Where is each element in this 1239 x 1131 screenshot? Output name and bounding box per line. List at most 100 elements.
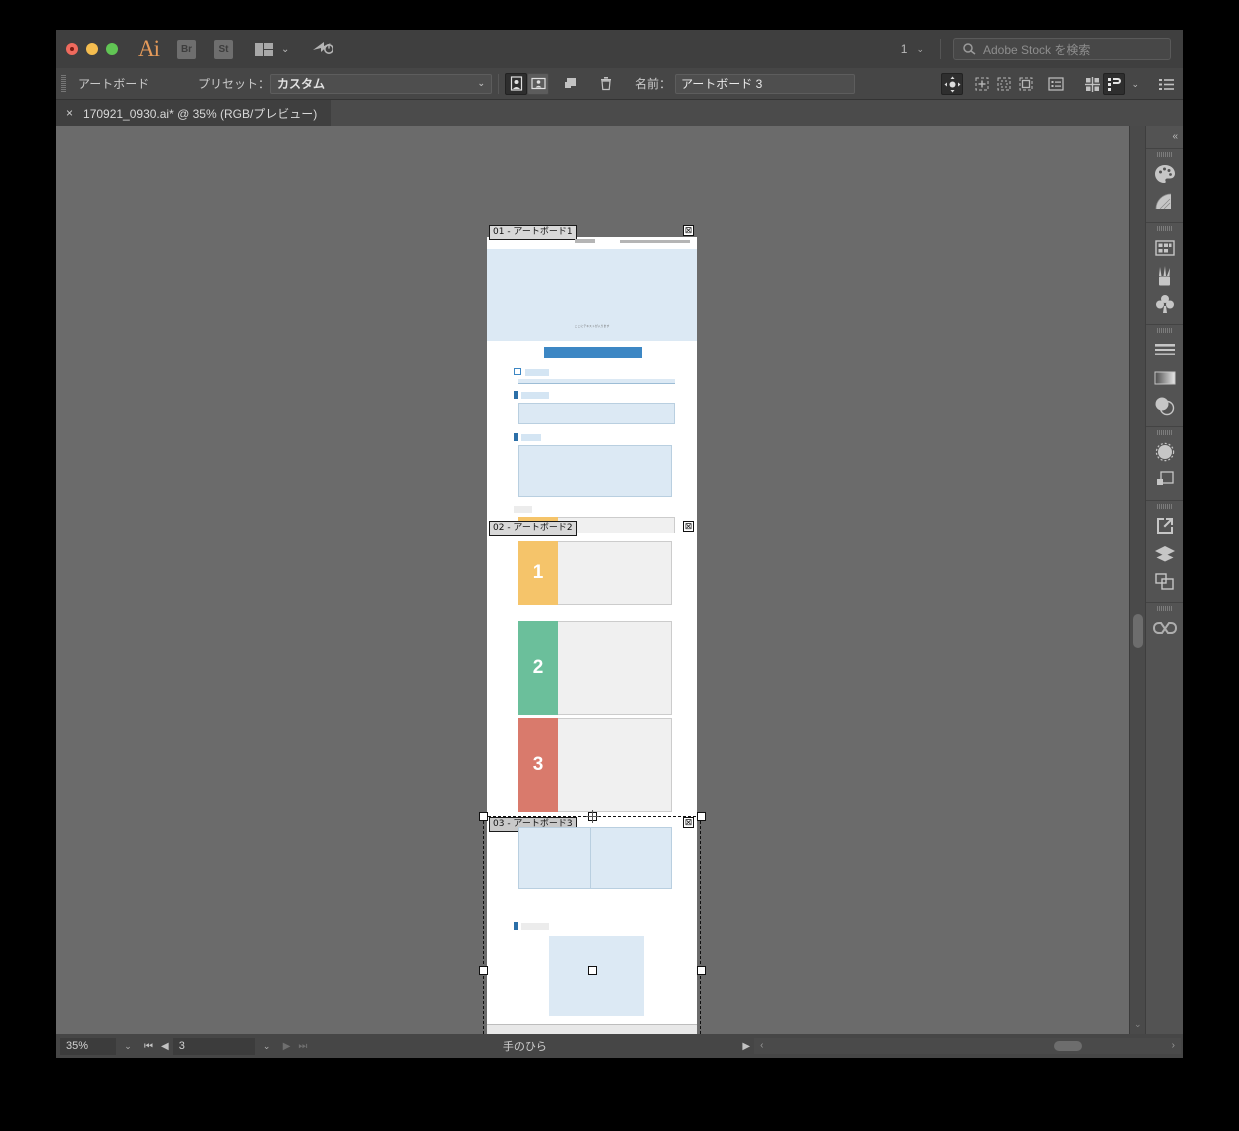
- preset-label: プリセット：: [198, 77, 271, 91]
- swatches-panel-icon[interactable]: [1150, 234, 1180, 262]
- dock-grip[interactable]: [1156, 226, 1173, 231]
- new-artboard-button[interactable]: [559, 73, 581, 95]
- document-page-indicator: 1: [900, 42, 908, 56]
- dock-grip[interactable]: [1156, 430, 1173, 435]
- status-menu-button[interactable]: ▶: [738, 1041, 754, 1052]
- canvas-vertical-scrollbar[interactable]: ⌄: [1129, 126, 1145, 1034]
- color-guide-panel-icon[interactable]: [1150, 188, 1180, 216]
- artboard-1-label[interactable]: 01 - アートボード1: [489, 225, 577, 240]
- sync-settings-icon[interactable]: [311, 39, 335, 60]
- appearance-panel-icon[interactable]: [1150, 438, 1180, 466]
- selection-handle-mc[interactable]: [588, 966, 597, 975]
- artboard-2-page[interactable]: 02 - アートボード2 ⊠ 1 2 3: [487, 521, 697, 837]
- stroke-panel-icon[interactable]: [1150, 336, 1180, 364]
- arrange-chevron-down-icon[interactable]: ⌄: [281, 44, 289, 55]
- selection-handle-mr[interactable]: [697, 966, 706, 975]
- align-objects-icon[interactable]: [1081, 73, 1103, 95]
- header-mark: [575, 239, 595, 243]
- selection-handle-tl[interactable]: [479, 812, 488, 821]
- artboard-name-input[interactable]: アートボード 3: [675, 73, 856, 94]
- artboard-options-button[interactable]: [1045, 73, 1067, 95]
- maximize-window-button[interactable]: [106, 43, 118, 55]
- cta-button[interactable]: [544, 347, 642, 358]
- textarea-3[interactable]: [518, 445, 672, 497]
- close-icon[interactable]: ×: [66, 106, 73, 120]
- field-label-2: [521, 392, 549, 399]
- next-artboard-button[interactable]: ▶: [279, 1041, 295, 1052]
- bridge-button[interactable]: Br: [177, 39, 196, 59]
- move-copy-artwork-button[interactable]: [941, 73, 964, 95]
- scroll-down-chevron-icon[interactable]: ⌄: [1134, 1019, 1142, 1030]
- document-setup-button[interactable]: [1155, 73, 1177, 95]
- creative-cloud-libraries-icon[interactable]: [1150, 614, 1180, 642]
- title-bar: Ai Br St ⌄ 1 ⌄ Adobe Stock を検索: [56, 30, 1183, 68]
- transparency-panel-icon[interactable]: [1150, 392, 1180, 420]
- stock-search-input[interactable]: Adobe Stock を検索: [953, 38, 1171, 60]
- align-new-artboard-icon[interactable]: [971, 73, 993, 95]
- field-label-3: [521, 434, 541, 441]
- artboards-panel-icon[interactable]: [1150, 568, 1180, 596]
- artboard-3-close-icon[interactable]: ⊠: [683, 817, 694, 828]
- list-item-number-1: 1: [518, 541, 558, 605]
- minimize-window-button[interactable]: [86, 43, 98, 55]
- landscape-orientation-button[interactable]: [527, 72, 550, 95]
- vertical-scrollbar-thumb[interactable]: [1133, 614, 1143, 648]
- close-window-button[interactable]: [66, 43, 78, 55]
- layers-panel-icon[interactable]: [1150, 540, 1180, 568]
- artboard-2-label[interactable]: 02 - アートボード2: [489, 521, 577, 536]
- canvas[interactable]: 01 - アートボード1 ⊠ ここにテキストが入ります 02 - アートボード2…: [56, 126, 1145, 1034]
- stock-button[interactable]: St: [214, 39, 233, 59]
- panel-dock: «: [1145, 126, 1183, 1034]
- selected-image-object[interactable]: [549, 936, 644, 1016]
- color-panel-icon[interactable]: [1150, 160, 1180, 188]
- selection-handle-ml[interactable]: [479, 966, 488, 975]
- input-underline-1[interactable]: [518, 379, 675, 384]
- canvas-horizontal-scrollbar[interactable]: ‹ ›: [754, 1038, 1182, 1054]
- dock-group-appearance: [1146, 426, 1183, 500]
- graphic-styles-panel-icon[interactable]: [1150, 466, 1180, 494]
- scroll-right-icon[interactable]: ›: [1166, 1040, 1181, 1051]
- dock-grip[interactable]: [1156, 504, 1173, 509]
- symbols-panel-icon[interactable]: [1150, 290, 1180, 318]
- transform-chevron-down-icon[interactable]: ⌄: [1131, 79, 1139, 90]
- brushes-panel-icon[interactable]: [1150, 262, 1180, 290]
- artboard-1-close-icon[interactable]: ⊠: [683, 225, 694, 236]
- first-artboard-button[interactable]: ⏮: [140, 1041, 157, 1052]
- title-bar-right: 1 ⌄ Adobe Stock を検索: [901, 30, 1183, 68]
- stock-search-placeholder: Adobe Stock を検索: [983, 42, 1091, 57]
- arrange-documents-icon[interactable]: [255, 42, 273, 56]
- zoom-chevron-down-icon[interactable]: ⌄: [116, 1041, 140, 1052]
- control-bar-grip[interactable]: [61, 74, 66, 93]
- checkbox-outline[interactable]: [514, 368, 521, 375]
- delete-artboard-button[interactable]: [595, 73, 617, 95]
- dock-grip[interactable]: [1156, 152, 1173, 157]
- artboard-chevron-down-icon[interactable]: ⌄: [255, 1041, 279, 1052]
- gradient-panel-icon[interactable]: [1150, 364, 1180, 392]
- document-tab-title: 170921_0930.ai* @ 35% (RGB/プレビュー): [83, 106, 318, 121]
- selection-handle-tr[interactable]: [697, 812, 706, 821]
- portrait-orientation-button[interactable]: [505, 72, 528, 95]
- preset-select[interactable]: カスタム ⌄: [270, 73, 493, 94]
- collapse-panels-icon[interactable]: «: [1172, 131, 1183, 142]
- input-box-2[interactable]: [518, 403, 675, 424]
- previous-artboard-button[interactable]: ◀: [157, 1041, 173, 1052]
- artboard-1-page[interactable]: 01 - アートボード1 ⊠ ここにテキストが入ります: [487, 225, 697, 541]
- artboard-number-input[interactable]: 3: [172, 1037, 255, 1055]
- transform-panel-button[interactable]: [1103, 73, 1126, 95]
- artboard-center-crosshair-icon: [586, 810, 599, 823]
- artboard-3-page[interactable]: 03 - アートボード3 ⊠: [487, 817, 697, 1034]
- document-tab[interactable]: × 170921_0930.ai* @ 35% (RGB/プレビュー): [56, 100, 332, 126]
- last-artboard-button[interactable]: ⏭: [294, 1041, 311, 1052]
- dock-group-stroke: [1146, 324, 1183, 426]
- artboard-2-close-icon[interactable]: ⊠: [683, 521, 694, 532]
- artboard-fit-icon[interactable]: [1015, 73, 1037, 95]
- scroll-left-icon[interactable]: ‹: [754, 1040, 769, 1051]
- horizontal-scrollbar-thumb[interactable]: [1054, 1041, 1083, 1051]
- asset-export-panel-icon[interactable]: [1150, 512, 1180, 540]
- current-tool-status: 手のひら: [502, 1041, 547, 1053]
- artboard-to-artwork-icon[interactable]: [993, 73, 1015, 95]
- dock-grip[interactable]: [1156, 328, 1173, 333]
- dock-grip[interactable]: [1156, 606, 1173, 611]
- page-chevron-down-icon[interactable]: ⌄: [916, 44, 924, 55]
- zoom-level-input[interactable]: 35%: [60, 1037, 116, 1055]
